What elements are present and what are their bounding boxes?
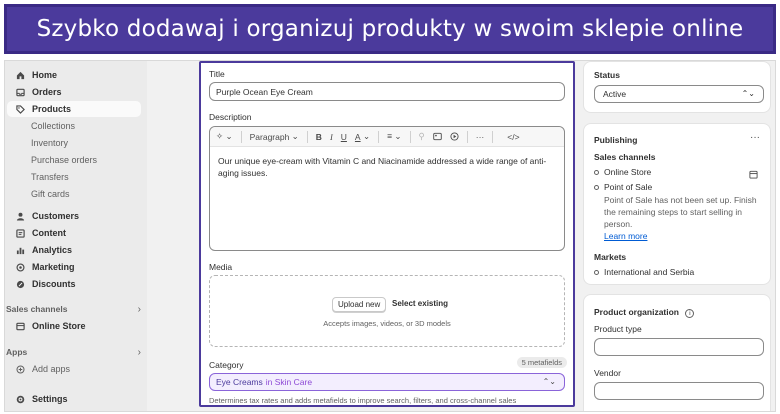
apps-section[interactable]: Apps ›	[5, 347, 141, 358]
sidebar-item-gift-cards[interactable]: Gift cards	[7, 186, 141, 202]
gear-icon	[15, 394, 25, 404]
media-dropzone[interactable]: Upload new Select existing Accepts image…	[209, 275, 565, 347]
title-label: Title	[209, 69, 225, 79]
category-label: Category	[209, 360, 244, 370]
sidebar-item-content[interactable]: Content	[7, 225, 141, 241]
plus-circle-icon	[15, 364, 25, 374]
sidebar-item-transfers[interactable]: Transfers	[7, 169, 141, 185]
publishing-card: Publishing ··· Sales channels Online Sto…	[583, 123, 771, 285]
description-text[interactable]: Our unique eye-cream with Vitamin C and …	[210, 147, 564, 187]
sidebar-item-orders[interactable]: Orders	[7, 84, 141, 100]
product-form-card: Title Purple Ocean Eye Cream Description…	[199, 61, 575, 407]
markets-value: International and Serbia	[594, 267, 694, 277]
metafields-badge[interactable]: 5 metafields	[516, 357, 567, 368]
admin-app: Home Orders Products Collections Invento…	[4, 60, 776, 412]
underline-button[interactable]: U	[341, 132, 347, 142]
video-icon[interactable]	[450, 132, 459, 141]
sidebar-item-online-store[interactable]: Online Store	[7, 318, 141, 334]
chevron-right-icon: ›	[137, 347, 141, 358]
publishing-title: Publishing	[594, 135, 638, 145]
chevron-right-icon: ›	[137, 304, 141, 315]
content-icon	[15, 228, 25, 238]
discount-icon	[15, 279, 25, 289]
learn-more-link[interactable]: Learn more	[604, 231, 647, 241]
pos-note: Point of Sale has not been set up. Finis…	[604, 195, 757, 229]
select-existing-button[interactable]: Select existing	[392, 299, 448, 308]
person-icon	[15, 211, 25, 221]
product-organization-title: Product organization i	[594, 307, 695, 318]
more-icon[interactable]: ···	[750, 132, 760, 143]
ai-magic-button[interactable]: ✧ ⌄	[216, 131, 233, 142]
description-editor[interactable]: ✧ ⌄ Paragraph ⌄ B I U A ⌄ ≡ ⌄ ⚲ ··· </> …	[209, 126, 565, 251]
sidebar-item-add-apps[interactable]: Add apps	[7, 361, 141, 377]
bold-button[interactable]: B	[316, 132, 322, 142]
paragraph-select[interactable]: Paragraph ⌄	[250, 131, 299, 142]
select-arrows-icon: ⌃⌄	[542, 377, 556, 386]
store-icon	[15, 321, 25, 331]
markets-heading: Markets	[594, 252, 627, 262]
product-organization-card: Product organization i Product type Vend…	[583, 294, 771, 411]
sidebar-item-analytics[interactable]: Analytics	[7, 242, 141, 258]
sidebar-item-home[interactable]: Home	[7, 67, 141, 83]
sales-channels-heading: Sales channels	[594, 152, 656, 162]
code-view-icon[interactable]: </>	[507, 132, 519, 142]
editor-toolbar: ✧ ⌄ Paragraph ⌄ B I U A ⌄ ≡ ⌄ ⚲ ··· </>	[210, 127, 564, 147]
vendor-input[interactable]	[594, 382, 764, 400]
text-color-button[interactable]: A ⌄	[355, 131, 370, 142]
status-select[interactable]: Active ⌃⌄	[594, 85, 764, 103]
promo-banner: Szybko dodawaj i organizuj produkty w sw…	[4, 4, 776, 54]
channel-online-store: Online Store	[594, 167, 651, 177]
align-icon[interactable]: ≡ ⌄	[387, 131, 401, 142]
target-icon	[15, 262, 25, 272]
image-icon[interactable]	[433, 132, 442, 141]
sidebar-item-settings[interactable]: Settings	[7, 391, 141, 407]
home-icon	[15, 70, 25, 80]
inbox-icon	[15, 87, 25, 97]
link-icon[interactable]: ⚲	[419, 131, 425, 142]
channel-point-of-sale: Point of Sale	[594, 182, 652, 192]
title-input[interactable]: Purple Ocean Eye Cream	[209, 82, 565, 101]
sidebar-item-marketing[interactable]: Marketing	[7, 259, 141, 275]
sidebar: Home Orders Products Collections Invento…	[5, 61, 147, 411]
tag-icon	[15, 104, 25, 114]
status-title: Status	[594, 70, 620, 80]
status-card: Status Active ⌃⌄	[583, 61, 771, 113]
more-icon[interactable]: ···	[476, 132, 485, 142]
sidebar-item-discounts[interactable]: Discounts	[7, 276, 141, 292]
upload-new-button[interactable]: Upload new	[332, 297, 387, 312]
sidebar-item-collections[interactable]: Collections	[7, 118, 141, 134]
category-select[interactable]: Eye Creams in Skin Care ⌃⌄	[209, 373, 565, 391]
sales-channels-section[interactable]: Sales channels ›	[5, 304, 141, 315]
banner-text: Szybko dodawaj i organizuj produkty w sw…	[36, 16, 744, 42]
media-hint: Accepts images, videos, or 3D models	[323, 319, 451, 328]
calendar-icon[interactable]	[749, 166, 758, 184]
media-label: Media	[209, 262, 233, 272]
italic-button[interactable]: I	[330, 132, 333, 142]
description-label: Description	[209, 112, 252, 122]
product-type-input[interactable]	[594, 338, 764, 356]
select-arrows-icon: ⌃⌄	[741, 89, 755, 98]
sidebar-item-purchase-orders[interactable]: Purchase orders	[7, 152, 141, 168]
product-type-label: Product type	[594, 324, 642, 334]
sidebar-item-products[interactable]: Products	[7, 101, 141, 117]
category-hint: Determines tax rates and adds metafields…	[209, 396, 517, 405]
bar-chart-icon	[15, 245, 25, 255]
vendor-label: Vendor	[594, 368, 621, 378]
sidebar-item-inventory[interactable]: Inventory	[7, 135, 141, 151]
sidebar-item-customers[interactable]: Customers	[7, 208, 141, 224]
info-icon[interactable]: i	[685, 309, 695, 318]
